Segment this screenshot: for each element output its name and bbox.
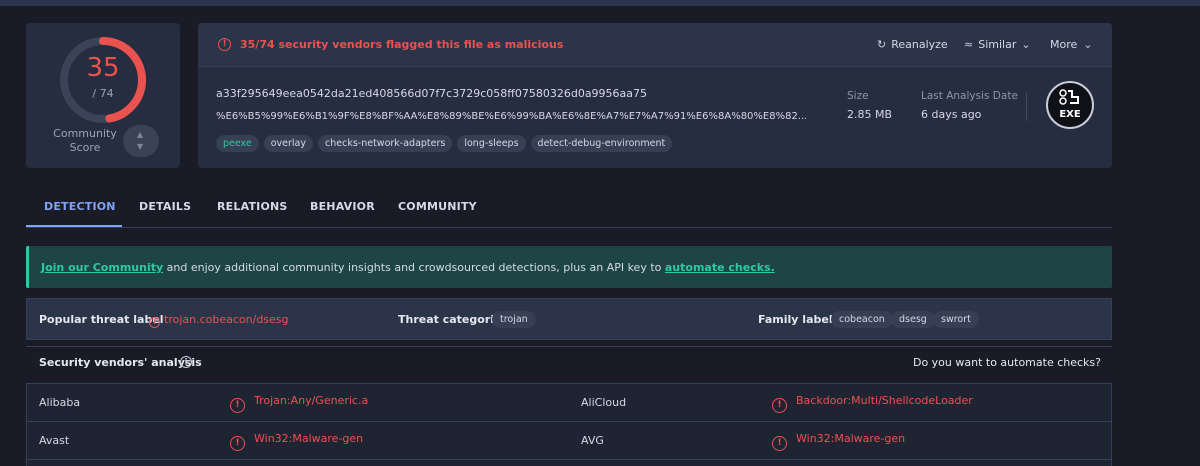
- vendor-result: ! Trojan:Any/Generic.a: [230, 394, 368, 413]
- vendor-name: AliCloud: [581, 396, 627, 409]
- popular-threat-value[interactable]: ! trojan.cobeacon/dsesg: [149, 313, 289, 328]
- tab-details[interactable]: DETAILS: [139, 200, 191, 213]
- vendor-row: Avast ! Win32:Malware-gen AVG ! Win32:Malw…: [26, 421, 1112, 460]
- tab-behavior[interactable]: BEHAVIOR: [310, 200, 375, 213]
- similar-label: Similar: [978, 38, 1017, 51]
- reanalyze-label: Reanalyze: [891, 38, 948, 51]
- exe-file-type-icon: EXE: [1046, 81, 1094, 129]
- vote-down-icon[interactable]: ▼: [137, 142, 143, 151]
- file-name: %E6%B5%99%E6%B1%9F%E8%BF%AA%E8%89%BE%E6%…: [216, 111, 806, 122]
- vendor-result: ! Backdoor:Multi/ShellcodeLoader: [772, 394, 973, 413]
- file-summary-card: ! 35/74 security vendors flagged this fi…: [198, 23, 1112, 168]
- vendors-analysis-title: Security vendors' analysis: [39, 356, 202, 369]
- threat-summary-row: Popular threat label ! trojan.cobeacon/ds…: [26, 298, 1112, 340]
- file-hash[interactable]: a33f295649eea0542da21ed408566d07f7c3729c…: [216, 87, 647, 100]
- vendor-name: AVG: [581, 434, 604, 447]
- automate-checks-question[interactable]: Do you want to automate checks?: [913, 356, 1101, 369]
- family-chip[interactable]: dsesg: [891, 311, 935, 328]
- file-type-text: EXE: [1059, 109, 1081, 120]
- popular-threat-text: trojan.cobeacon/dsesg: [164, 313, 289, 326]
- similar-button[interactable]: ≈ Similar ⌄: [964, 38, 1036, 51]
- tab-community[interactable]: COMMUNITY: [398, 200, 477, 213]
- vendor-name: Alibaba: [39, 396, 81, 409]
- tag-chip[interactable]: peexe: [216, 135, 259, 152]
- join-community-link[interactable]: Join our Community: [41, 261, 163, 274]
- banner-text: and enjoy additional community insights …: [163, 261, 665, 274]
- detection-label: Win32:Malware-gen: [796, 432, 906, 445]
- family-chip[interactable]: swrort: [933, 311, 979, 328]
- detection-label: Trojan:Any/Generic.a: [254, 394, 369, 407]
- last-analysis-label: Last Analysis Date: [921, 90, 1018, 102]
- alert-circle-icon: !: [230, 436, 245, 451]
- tag-chip[interactable]: long-sleeps: [457, 135, 526, 152]
- size-value: 2.85 MB: [847, 108, 893, 121]
- community-score-label: Community Score: [53, 127, 117, 154]
- vendor-row: Alibaba ! Trojan:Any/Generic.a AliCloud !…: [26, 383, 1112, 422]
- detection-label: Win32:Malware-gen: [254, 432, 364, 445]
- family-labels-label: Family labels: [758, 313, 840, 326]
- vendor-result: ! Win32:Malware-gen: [230, 432, 363, 451]
- vendor-result: ! Win32:Malware-gen: [772, 432, 905, 451]
- alert-circle-icon: !: [149, 317, 160, 328]
- file-tags: peexe overlay checks-network-adapters lo…: [216, 135, 673, 152]
- alert-circle-icon: !: [772, 398, 787, 413]
- tag-chip[interactable]: overlay: [263, 135, 314, 152]
- alert-circle-icon: !: [772, 436, 787, 451]
- community-score-vote[interactable]: ▲ ▼: [123, 125, 159, 157]
- divider: [1026, 93, 1027, 121]
- more-button[interactable]: More ⌄: [1050, 38, 1098, 51]
- tab-divider: [26, 227, 1112, 228]
- tag-chip[interactable]: checks-network-adapters: [318, 135, 453, 152]
- detection-count: 35: [86, 53, 120, 83]
- info-icon[interactable]: i: [180, 356, 192, 368]
- vendor-total: / 74: [92, 87, 114, 100]
- detection-score-card: 35 / 74 Community Score ▲ ▼: [26, 23, 180, 168]
- refresh-icon: ↻: [877, 38, 887, 51]
- more-label: More: [1050, 38, 1078, 51]
- popular-threat-label: Popular threat label: [39, 313, 164, 326]
- malicious-alert-text: 35/74 security vendors flagged this file…: [240, 38, 564, 51]
- alert-bar: ! 35/74 security vendors flagged this fi…: [198, 23, 1112, 67]
- vendor-name: Avast: [39, 434, 70, 447]
- tab-relations[interactable]: RELATIONS: [217, 200, 288, 213]
- section-divider: [26, 346, 1112, 347]
- top-nav-bar: [0, 0, 1200, 6]
- last-analysis-value: 6 days ago: [921, 108, 982, 121]
- tag-chip[interactable]: detect-debug-environment: [530, 135, 673, 152]
- chevron-down-icon: ⌄: [1083, 38, 1093, 51]
- community-banner: Join our Community and enjoy additional …: [26, 246, 1112, 288]
- family-chip[interactable]: cobeacon: [831, 311, 893, 328]
- alert-circle-icon: !: [218, 38, 231, 51]
- reanalyze-button[interactable]: ↻ Reanalyze: [877, 38, 948, 51]
- chevron-down-icon: ⌄: [1021, 38, 1031, 51]
- alert-circle-icon: !: [230, 398, 245, 413]
- category-chip[interactable]: trojan: [492, 311, 536, 328]
- vendor-row: [26, 459, 1112, 466]
- vote-up-icon[interactable]: ▲: [137, 130, 143, 139]
- similar-icon: ≈: [964, 38, 974, 51]
- automate-checks-link[interactable]: automate checks.: [665, 261, 775, 274]
- size-label: Size: [847, 90, 869, 102]
- tab-detection[interactable]: DETECTION: [44, 200, 116, 213]
- detection-label: Backdoor:Multi/ShellcodeLoader: [796, 394, 973, 407]
